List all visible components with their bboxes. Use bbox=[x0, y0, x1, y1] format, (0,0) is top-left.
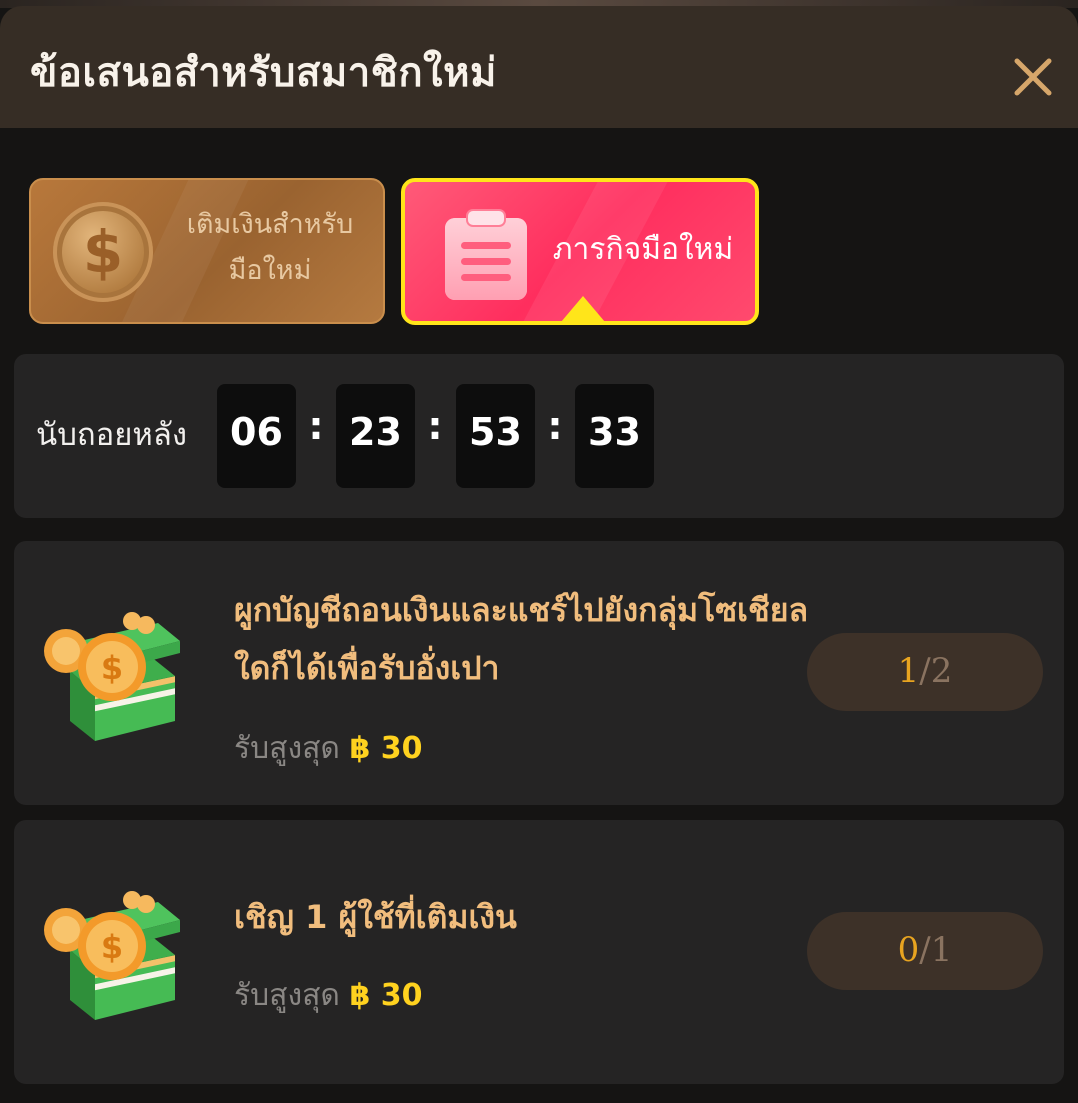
dialog-header: ข้อเสนอสำหรับสมาชิกใหม่ bbox=[0, 6, 1078, 128]
mission-title: ผูกบัญชีถอนเงินและแชร์ไปยังกลุ่มโซเชียลใ… bbox=[234, 591, 809, 687]
countdown-minutes: 23 bbox=[336, 384, 415, 488]
progress-current: 0 bbox=[897, 930, 920, 970]
mission-reward: รับสูงสุด ฿ 30 bbox=[234, 725, 423, 772]
clipboard-icon bbox=[445, 209, 527, 300]
countdown-seconds: 53 bbox=[456, 384, 535, 488]
svg-text:$: $ bbox=[101, 928, 123, 966]
tab-label: ภารกิจมือใหม่ bbox=[552, 232, 734, 267]
reward-amount: ฿ 30 bbox=[349, 978, 423, 1013]
tab-newbie-deposit[interactable]: $ เติมเงินสำหรับ มือใหม่ bbox=[29, 178, 385, 324]
countdown-centiseconds: 33 bbox=[575, 384, 654, 488]
countdown-separator: : bbox=[547, 404, 563, 448]
mission-title: เชิญ 1 ผู้ใช้ที่เติมเงิน bbox=[234, 898, 517, 936]
progress-current: 1 bbox=[897, 651, 920, 691]
reward-label: รับสูงสุด bbox=[234, 731, 340, 766]
progress-total: /2 bbox=[919, 651, 953, 691]
reward-label: รับสูงสุด bbox=[234, 978, 340, 1013]
tab-label: เติมเงินสำหรับ มือใหม่ bbox=[165, 202, 375, 294]
gift-box-coin-icon: $ bbox=[44, 612, 180, 741]
mission-progress: 0/1 bbox=[807, 912, 1043, 990]
mission-progress: 1/2 bbox=[807, 633, 1043, 711]
progress-total: /1 bbox=[919, 930, 953, 970]
countdown-label: นับถอยหลัง bbox=[36, 417, 187, 453]
mission-card[interactable]: $ เชิญ 1 ผู้ใช้ที่เติมเงิน รับสูงสุด ฿ 3… bbox=[14, 820, 1064, 1084]
mission-reward: รับสูงสุด ฿ 30 bbox=[234, 972, 423, 1019]
tab-label-line2: มือใหม่ bbox=[228, 255, 312, 286]
dollar-coin-icon: $ bbox=[53, 202, 153, 302]
dollar-sign: $ bbox=[82, 218, 124, 286]
svg-text:$: $ bbox=[101, 649, 123, 687]
close-icon bbox=[1014, 58, 1052, 96]
close-button[interactable] bbox=[1008, 52, 1058, 102]
countdown-hours: 06 bbox=[217, 384, 296, 488]
dialog-title: ข้อเสนอสำหรับสมาชิกใหม่ bbox=[30, 50, 497, 96]
selected-indicator bbox=[561, 296, 605, 321]
gift-box-coin-icon: $ bbox=[44, 891, 180, 1020]
tab-label-line1: เติมเงินสำหรับ bbox=[186, 209, 354, 240]
dialog-content: $ เติมเงินสำหรับ มือใหม่ ภารกิจมือใหม่ น… bbox=[0, 128, 1078, 1103]
countdown-panel: นับถอยหลัง 06 : 23 : 53 : 33 bbox=[14, 354, 1064, 518]
mission-card[interactable]: $ ผูกบัญชีถอนเงินและแชร์ไปยังกลุ่มโซเชีย… bbox=[14, 541, 1064, 805]
countdown-separator: : bbox=[308, 404, 324, 448]
tab-newbie-mission[interactable]: ภารกิจมือใหม่ bbox=[401, 178, 759, 325]
countdown-separator: : bbox=[427, 404, 443, 448]
reward-amount: ฿ 30 bbox=[349, 731, 423, 766]
